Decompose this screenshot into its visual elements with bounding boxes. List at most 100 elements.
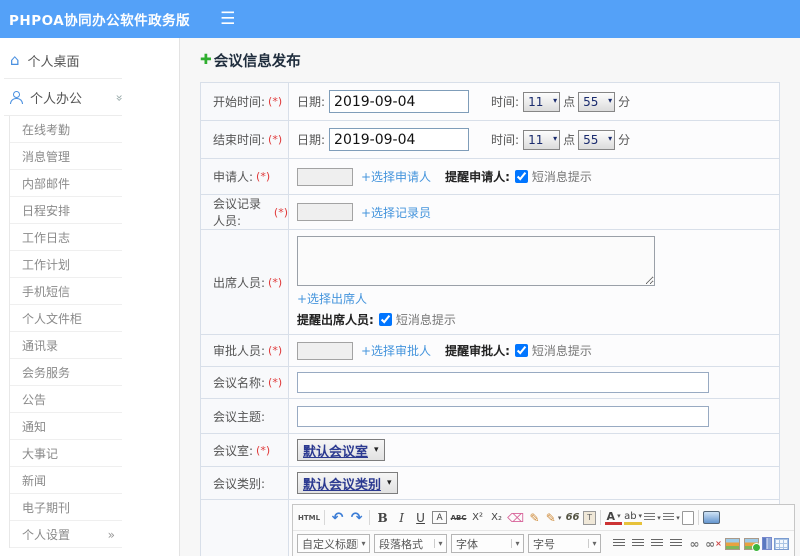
insert-table-icon[interactable] [774, 537, 789, 550]
subscript-icon[interactable]: X₂ [488, 508, 505, 527]
select-approver-link[interactable]: +选择审批人 [361, 342, 431, 359]
fullscreen-icon[interactable] [703, 511, 721, 524]
sidebar-item-message-management[interactable]: 消息管理 [10, 143, 179, 170]
sidebar-item-meeting-services[interactable]: 会务服务 [10, 359, 179, 386]
end-date-input[interactable] [329, 128, 470, 151]
required-mark: (*) [268, 275, 283, 289]
rich-text-editor: HTML↶↷BIUAABCX²X₂⌫✎✎66TAab 自定义标题 [292, 504, 795, 556]
select-label: 字体 [456, 537, 478, 551]
unordered-list-icon[interactable] [663, 508, 680, 527]
sidebar-item-personal-settings[interactable]: 个人设置 » [10, 521, 179, 548]
sidebar-item-mobile-sms[interactable]: 手机短信 [10, 278, 179, 305]
select-recorder-link[interactable]: +选择记录员 [361, 204, 431, 221]
align-right-icon[interactable] [648, 534, 665, 553]
sidebar-item-internal-mail[interactable]: 内部邮件 [10, 170, 179, 197]
bold-icon[interactable]: B [374, 508, 391, 527]
start-date-input[interactable] [329, 90, 470, 113]
redo-icon[interactable]: ↷ [348, 508, 365, 527]
sidebar-item-personal-desktop[interactable]: 个人桌面 [0, 42, 179, 79]
undo-icon[interactable]: ↶ [329, 508, 346, 527]
attendees-textarea[interactable] [297, 236, 655, 286]
applicant-sms-checkbox[interactable] [514, 170, 528, 183]
align-left-icon[interactable] [610, 534, 627, 553]
home-icon [10, 53, 20, 68]
sidebar-item-online-attendance[interactable]: 在线考勤 [10, 116, 179, 143]
menu-icon[interactable] [220, 9, 235, 29]
insert-image-add-icon[interactable] [744, 537, 761, 552]
sidebar-item-work-plan[interactable]: 工作计划 [10, 251, 179, 278]
sidebar-item-work-log[interactable]: 工作日志 [10, 224, 179, 251]
paste-table-icon[interactable]: T [583, 510, 597, 525]
underline-icon[interactable]: U [412, 508, 429, 527]
toolbar-separator [369, 510, 371, 525]
meeting-room-select[interactable]: 默认会议室 [297, 439, 385, 461]
italic-icon[interactable]: I [393, 508, 410, 527]
sidebar-item-personal-file-cabinet[interactable]: 个人文件柜 [10, 305, 179, 332]
field-label: 会议记录人员: [213, 197, 262, 228]
end-minute-select[interactable]: 55 [578, 129, 616, 150]
meeting-category-row: 会议类别: 默认会议类别 [201, 467, 779, 500]
chevron-right-icon: » [107, 527, 115, 542]
new-document-icon[interactable] [682, 510, 695, 525]
sidebar-item-supervision[interactable]: 督查督办 » [0, 548, 179, 556]
meeting-name-row: 会议名称: (*) [201, 367, 779, 399]
sidebar-item-e-journal[interactable]: 电子期刊 [10, 494, 179, 521]
sidebar-item-contacts[interactable]: 通讯录 [10, 332, 179, 359]
format-painter-icon[interactable]: ✎ [526, 508, 543, 527]
align-center-icon[interactable] [629, 534, 646, 553]
sidebar-item-notice[interactable]: 通知 [10, 413, 179, 440]
sidebar-item-label: 个人桌面 [27, 55, 80, 70]
font-border-icon[interactable]: A [432, 511, 448, 524]
unlink-icon[interactable]: ∞ [705, 534, 722, 553]
paint-format-dropdown-icon[interactable]: ✎ [545, 508, 562, 527]
insert-image-icon[interactable] [725, 537, 740, 550]
caret-down-icon [374, 445, 379, 455]
meeting-category-select[interactable]: 默认会议类别 [297, 472, 398, 494]
attendees-sms-checkbox[interactable] [378, 313, 392, 326]
strikethrough-icon[interactable]: ABC [450, 508, 467, 527]
sidebar-item-schedule[interactable]: 日程安排 [10, 197, 179, 224]
html-source-icon[interactable]: HTML [298, 508, 320, 527]
meeting-name-input[interactable] [297, 372, 709, 393]
paragraph-format-select[interactable]: 段落格式 [374, 534, 447, 553]
required-mark: (*) [273, 205, 288, 219]
font-size-select[interactable]: 字号 [528, 534, 601, 553]
field-label: 会议类别: [213, 476, 266, 491]
start-hour-select[interactable]: 11 [523, 91, 561, 112]
align-justify-icon[interactable] [667, 534, 684, 553]
sidebar-item-announcement[interactable]: 公告 [10, 386, 179, 413]
superscript-icon[interactable]: X² [469, 508, 486, 527]
approver-input[interactable] [297, 341, 353, 360]
font-color-icon[interactable]: A [605, 510, 623, 525]
hour-unit: 点 [563, 95, 576, 109]
remind-applicant-label: 提醒申请人: [445, 170, 510, 184]
caret-down-icon [357, 539, 369, 548]
sidebar-item-news[interactable]: 新闻 [10, 467, 179, 494]
sms-label: 短消息提示 [531, 344, 592, 358]
custom-title-select[interactable]: 自定义标题 [297, 534, 370, 553]
eraser-icon[interactable]: ⌫ [507, 508, 524, 527]
link-icon[interactable]: ∞ [686, 534, 703, 553]
sidebar-item-personal-office[interactable]: 个人办公 » [0, 79, 179, 116]
approver-sms-checkbox[interactable] [514, 344, 528, 357]
start-time-row: 开始时间: (*) 日期: 时间: 11 点 55 分 [201, 83, 779, 121]
field-label: 结束时间: [213, 133, 266, 147]
page-break-icon[interactable] [762, 537, 772, 550]
start-minute-select[interactable]: 55 [578, 91, 616, 112]
end-hour-select[interactable]: 11 [523, 129, 561, 150]
sidebar-item-label: 手机短信 [22, 285, 71, 299]
recorder-input[interactable] [297, 203, 353, 221]
select-attendees-link[interactable]: +选择出席人 [297, 290, 367, 307]
select-applicant-link[interactable]: +选择申请人 [361, 168, 431, 185]
blockquote-icon[interactable]: 66 [564, 508, 581, 527]
font-family-select[interactable]: 字体 [451, 534, 524, 553]
time-label: 时间: [491, 133, 520, 147]
applicant-input[interactable] [297, 167, 353, 186]
highlight-color-icon[interactable]: ab [624, 510, 643, 525]
sidebar-item-memorabilia[interactable]: 大事记 [10, 440, 179, 467]
sidebar-item-label: 电子期刊 [22, 501, 71, 515]
caret-down-icon [608, 134, 612, 143]
ordered-list-icon[interactable] [644, 508, 661, 527]
meeting-subject-input[interactable] [297, 405, 709, 427]
remind-attendees-label: 提醒出席人员: [297, 313, 374, 327]
